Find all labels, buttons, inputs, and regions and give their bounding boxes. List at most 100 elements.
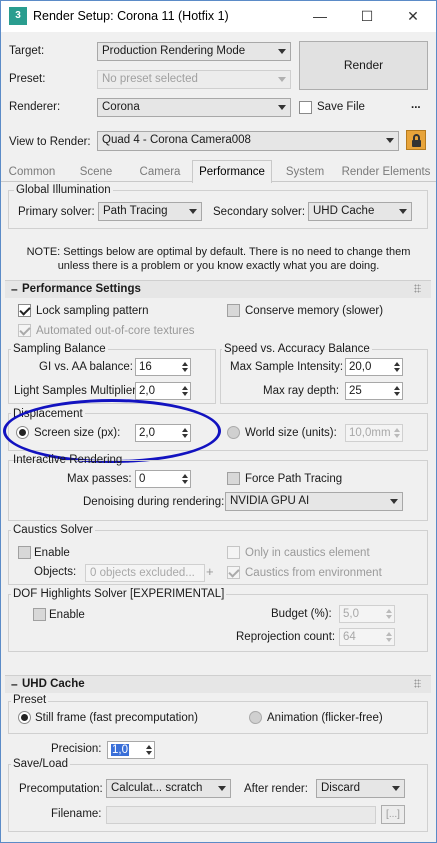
gi-aa-label: GI vs. AA balance: [39, 361, 133, 373]
note-line-2: unless there is a problem or you know ex… [57, 260, 380, 272]
tab-camera[interactable]: Camera [131, 163, 189, 182]
precomputation-dropdown[interactable]: Calculat... scratch [106, 779, 231, 798]
caustics-solver-title: Caustics Solver [11, 524, 95, 536]
minimize-icon[interactable]: — [297, 1, 343, 32]
save-file-checkbox[interactable] [299, 101, 312, 114]
conserve-memory-checkbox[interactable] [227, 304, 240, 317]
only-in-caustics-checkbox[interactable] [227, 546, 240, 559]
light-samples-spinner[interactable]: 2,0 [135, 382, 191, 400]
after-render-dropdown[interactable]: Discard [316, 779, 405, 798]
budget-spinner[interactable]: 5,0 [339, 605, 395, 623]
tab-common[interactable]: Common [3, 163, 61, 182]
tab-performance[interactable]: Performance [192, 160, 272, 183]
max-passes-value: 0 [139, 473, 146, 485]
reprojection-count-spinner[interactable]: 64 [339, 628, 395, 646]
app-icon: 3 [9, 7, 27, 25]
dof-enable-checkbox[interactable] [33, 608, 46, 621]
after-render-value: Discard [321, 782, 360, 794]
force-path-tracing-checkbox[interactable] [227, 472, 240, 485]
render-setup-window: 3 Render Setup: Corona 11 (Hotfix 1) — ☐… [0, 0, 437, 843]
gi-aa-value: 16 [139, 361, 152, 373]
chevron-down-icon [386, 138, 394, 143]
tab-scene[interactable]: Scene [67, 163, 125, 182]
reprojection-count-label: Reprojection count: [236, 631, 336, 643]
precision-spinner[interactable]: 1,0 [107, 741, 155, 759]
precision-value: 1,0 [111, 744, 129, 756]
lock-sampling-checkbox[interactable] [18, 304, 31, 317]
performance-settings-title: Performance Settings [22, 283, 141, 295]
renderer-value: Corona [102, 101, 140, 113]
caustics-enable-checkbox[interactable] [18, 546, 31, 559]
max-passes-spinner[interactable]: 0 [135, 470, 191, 488]
primary-solver-dropdown[interactable]: Path Tracing [98, 202, 202, 221]
uhd-cache-rollout[interactable]: – UHD Cache [5, 675, 431, 693]
save-file-label: Save File [317, 101, 365, 113]
budget-value: 5,0 [343, 608, 359, 620]
render-button[interactable]: Render [299, 41, 428, 90]
chevron-down-icon [278, 77, 286, 82]
lock-sampling-label: Lock sampling pattern [36, 305, 149, 317]
renderer-dropdown[interactable]: Corona [97, 98, 291, 117]
preset-dropdown[interactable]: No preset selected [97, 70, 291, 89]
renderer-label: Renderer: [9, 101, 61, 113]
grip-icon [414, 679, 421, 688]
more-options-button[interactable]: ... [411, 99, 421, 111]
world-size-label: World size (units): [245, 427, 337, 439]
maximize-icon[interactable]: ☐ [344, 1, 390, 32]
add-object-button[interactable]: + [206, 564, 214, 579]
tab-system[interactable]: System [277, 163, 333, 182]
interactive-rendering-title: Interactive Rendering [13, 454, 123, 466]
filename-field[interactable] [106, 806, 376, 824]
conserve-memory-label: Conserve memory (slower) [245, 305, 384, 317]
world-size-spinner[interactable]: 10,0mm [345, 424, 403, 442]
max-sample-intensity-spinner[interactable]: 20,0 [345, 358, 403, 376]
chevron-down-icon [392, 786, 400, 791]
precomputation-value: Calculat... scratch [111, 782, 203, 794]
primary-solver-value: Path Tracing [103, 205, 168, 217]
chevron-down-icon [278, 49, 286, 54]
max-ray-depth-spinner[interactable]: 25 [345, 382, 403, 400]
performance-settings-rollout[interactable]: – Performance Settings [5, 280, 431, 298]
secondary-solver-value: UHD Cache [313, 205, 375, 217]
collapse-icon: – [11, 282, 18, 296]
browse-button[interactable]: [...] [381, 805, 405, 824]
grip-icon [414, 284, 421, 293]
still-frame-label: Still frame (fast precomputation) [35, 712, 198, 724]
view-to-render-label: View to Render: [9, 136, 91, 148]
secondary-solver-dropdown[interactable]: UHD Cache [308, 202, 412, 221]
after-render-label: After render: [244, 783, 308, 795]
auto-ooc-checkbox[interactable] [18, 324, 31, 337]
denoising-dropdown[interactable]: NVIDIA GPU AI [225, 492, 403, 511]
lock-view-button[interactable] [406, 130, 426, 150]
view-to-render-dropdown[interactable]: Quad 4 - Corona Camera008 [97, 131, 399, 151]
chevron-down-icon [189, 209, 197, 214]
title-bar[interactable]: 3 Render Setup: Corona 11 (Hotfix 1) — ☐… [1, 1, 436, 32]
chevron-down-icon [218, 786, 226, 791]
sampling-balance-title: Sampling Balance [11, 343, 108, 355]
preset-label: Preset: [9, 73, 46, 85]
max-sample-intensity-label: Max Sample Intensity: [230, 361, 344, 373]
caustics-enable-label: Enable [34, 547, 70, 559]
speed-accuracy-title: Speed vs. Accuracy Balance [222, 343, 372, 355]
close-icon[interactable]: ✕ [390, 1, 436, 32]
uhd-preset-title: Preset [11, 694, 49, 706]
still-frame-radio[interactable] [18, 711, 31, 724]
animation-radio[interactable] [249, 711, 262, 724]
gi-aa-spinner[interactable]: 16 [135, 358, 191, 376]
force-path-tracing-label: Force Path Tracing [245, 473, 343, 485]
world-size-radio[interactable] [227, 426, 240, 439]
world-size-value: 10,0mm [349, 427, 391, 439]
tab-render-elements[interactable]: Render Elements [339, 163, 433, 182]
window-title: Render Setup: Corona 11 (Hotfix 1) [33, 9, 229, 23]
caustics-objects-field[interactable]: 0 objects excluded... [85, 564, 205, 582]
target-dropdown[interactable]: Production Rendering Mode [97, 42, 291, 61]
chevron-down-icon [278, 105, 286, 110]
budget-label: Budget (%): [271, 608, 332, 620]
light-samples-value: 2,0 [139, 385, 155, 397]
auto-ooc-label: Automated out-of-core textures [36, 325, 195, 337]
denoising-value: NVIDIA GPU AI [230, 495, 310, 507]
max-passes-label: Max passes: [67, 473, 132, 485]
interactive-rendering-group [8, 460, 428, 521]
caustics-from-env-checkbox[interactable] [227, 566, 240, 579]
dof-enable-label: Enable [49, 609, 85, 621]
